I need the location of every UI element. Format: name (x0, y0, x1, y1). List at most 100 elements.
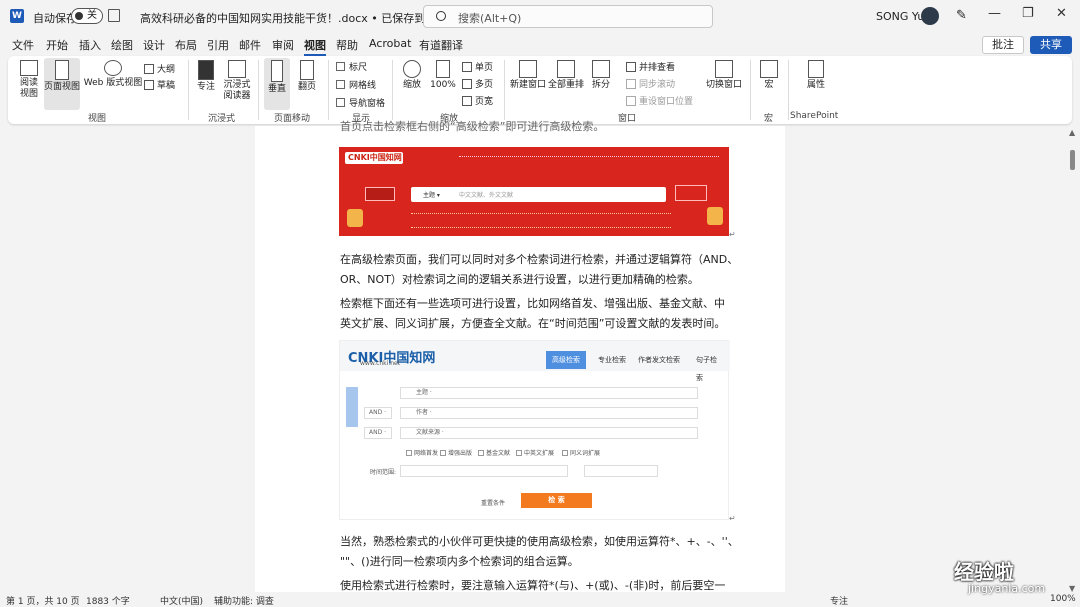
vertical-icon (271, 60, 283, 82)
read-view-button[interactable]: 阅读 视图 (14, 60, 44, 100)
outline-icon (144, 63, 154, 74)
tab-mailings[interactable]: 邮件 (239, 37, 261, 53)
cnki-time-range (400, 465, 568, 477)
focus-mode[interactable]: 专注 (830, 594, 848, 607)
properties-icon (808, 60, 824, 78)
tab-references[interactable]: 引用 (207, 37, 229, 53)
cnki-advanced-search-image: CNKI中国知网 www.cnki.net 高级检索 专业检索 作者发文检索 句… (339, 340, 730, 520)
tab-home[interactable]: 开始 (46, 37, 68, 53)
gridlines-checkbox[interactable]: 网格线 (336, 78, 376, 91)
globe-icon (104, 60, 122, 76)
paragraph-2b: 英文扩展、同义词扩展，方便查全文献。在“时间范围”可设置文献的发表时间。 (340, 317, 726, 330)
sync-scroll-button: 同步滚动 (626, 77, 675, 90)
scroll-up-arrow[interactable]: ▲ (1069, 128, 1075, 137)
cnki-opt-4: 中英文扩展 (516, 448, 554, 457)
ruler-checkbox[interactable]: 标尺 (336, 60, 367, 73)
paragraph-1a: 在高级检索页面，我们可以同时对多个检索词进行检索，并通过逻辑算符（AND、 (340, 253, 739, 266)
switch-window-button[interactable]: 切换窗口 (704, 60, 744, 91)
arrange-all-button[interactable]: 全部重排 (548, 60, 584, 91)
share-button[interactable]: 共享 (1030, 36, 1072, 54)
immersive-reader-button[interactable]: 沉浸式 阅读器 (220, 60, 254, 102)
properties-button[interactable]: 属性 (804, 60, 828, 91)
tab-layout[interactable]: 布局 (175, 37, 197, 53)
side-icon (300, 60, 314, 80)
print-layout-button[interactable]: 页面视图 (44, 58, 80, 110)
cnki-side (365, 187, 395, 201)
cnki-reset: 重置条件 (481, 500, 506, 507)
comment-button[interactable]: 批注 (982, 36, 1024, 54)
draft-button[interactable]: 草稿 (144, 78, 175, 91)
document-page[interactable]: 首页点击检索框右侧的“高级检索”即可进行高级检索。 CNKI中国知网 主题 ▾ 中… (255, 120, 785, 596)
macros-button[interactable]: 宏 (758, 60, 780, 91)
tab-acrobat[interactable]: Acrobat (369, 37, 411, 50)
pen-icon[interactable]: ✎ (956, 8, 967, 23)
save-icon[interactable] (108, 9, 120, 22)
cnki-vtab (346, 387, 358, 427)
paragraph-2a: 检索框下面还有一些选项可进行设置，比如网络首发、增强出版、基金文献、中 (340, 297, 725, 310)
return-mark: ↵ (729, 230, 736, 239)
close-icon[interactable]: ✕ (1056, 6, 1067, 21)
ribbon-tabs: 文件 开始 插入 绘图 设计 布局 引用 邮件 审阅 视图 帮助 Acrobat… (0, 34, 1080, 56)
watermark-url: jingyanla.com (968, 582, 1046, 595)
user-name[interactable]: SONG Yu (876, 10, 924, 23)
reset-window-button: 重设窗口位置 (626, 94, 693, 107)
opt-label: 基金文献 (486, 450, 511, 457)
field-label: 作者 · (416, 409, 432, 416)
sync-icon (626, 78, 636, 89)
cnki-logo: CNKI中国知网 (345, 152, 403, 164)
book-icon (20, 60, 38, 76)
cnki-tab-author: 作者发文检索 (638, 356, 680, 364)
cnki-and-1: AND · (364, 407, 392, 419)
toggle-knob (75, 12, 83, 20)
tab-view[interactable]: 视图 (304, 37, 326, 56)
avatar[interactable] (921, 7, 939, 25)
autosave-toggle[interactable]: 关 (71, 8, 103, 24)
word-count[interactable]: 1883 个字 (86, 594, 130, 607)
page-width-button[interactable]: 页宽 (462, 94, 493, 107)
tab-youdao[interactable]: 有道翻译 (419, 37, 463, 53)
tab-draw[interactable]: 绘图 (111, 37, 133, 53)
tab-review[interactable]: 审阅 (272, 37, 294, 53)
tab-file[interactable]: 文件 (12, 37, 34, 53)
separator (788, 60, 789, 120)
restore-icon[interactable]: ❐ (1022, 6, 1034, 21)
vertical-button[interactable]: 垂直 (264, 58, 290, 110)
zoom-button[interactable]: 缩放 (400, 60, 424, 91)
cnki-tab-pro: 专业检索 (598, 356, 626, 364)
multi-page-button[interactable]: 多页 (462, 77, 493, 90)
one-page-button[interactable]: 单页 (462, 60, 493, 73)
return-mark: ↵ (729, 514, 736, 523)
reset-icon (626, 95, 636, 106)
zoom-level[interactable]: 100% (1050, 594, 1076, 604)
paragraph-1b: OR、NOT）对检索词之间的逻辑关系进行设置，以进行更加精确的检索。 (340, 273, 699, 286)
web-layout-button[interactable]: Web 版式视图 (82, 60, 144, 89)
cnki-opt-3: 基金文献 (478, 448, 510, 457)
tab-help[interactable]: 帮助 (336, 37, 358, 53)
focus-button[interactable]: 专注 (194, 60, 218, 93)
opt-label: 同义词扩展 (570, 450, 601, 457)
group-label-macro: 宏 (764, 114, 774, 124)
cnki-row (411, 213, 671, 219)
page-count[interactable]: 第 1 页，共 10 页 (6, 594, 80, 607)
side-by-side-button[interactable]: 并排查看 (626, 60, 675, 73)
minimize-icon[interactable]: — (988, 6, 1001, 21)
group-label-view: 视图 (88, 114, 107, 124)
cnki-field-1: 主题 · (400, 387, 698, 399)
nav-pane-checkbox[interactable]: 导航窗格 (336, 96, 385, 109)
vertical-scrollbar[interactable] (1070, 150, 1075, 170)
language[interactable]: 中文(中国) (160, 594, 203, 607)
zoom-100-button[interactable]: 100% (428, 60, 458, 91)
tab-design[interactable]: 设计 (143, 37, 165, 53)
split-button[interactable]: 拆分 (588, 60, 614, 91)
side-to-side-button[interactable]: 翻页 (294, 60, 320, 93)
paragraph-3b: ""、()进行同一检索项内多个检索词的组合运算。 (340, 555, 579, 568)
title-bar: W 自动保存 关 高效科研必备的中国知网实用技能干货！.docx • 已保存到这… (0, 0, 1080, 34)
new-window-button[interactable]: 新建窗口 (510, 60, 546, 91)
checkbox-box (336, 62, 345, 71)
accessibility[interactable]: 辅助功能: 调查 (214, 594, 274, 607)
tab-insert[interactable]: 插入 (79, 37, 101, 53)
search-box[interactable]: 搜索(Alt+Q) (423, 5, 713, 28)
outline-button[interactable]: 大纲 (144, 62, 175, 75)
toggle-state: 关 (87, 10, 97, 21)
cnki-search-button: 检 索 (521, 493, 592, 508)
